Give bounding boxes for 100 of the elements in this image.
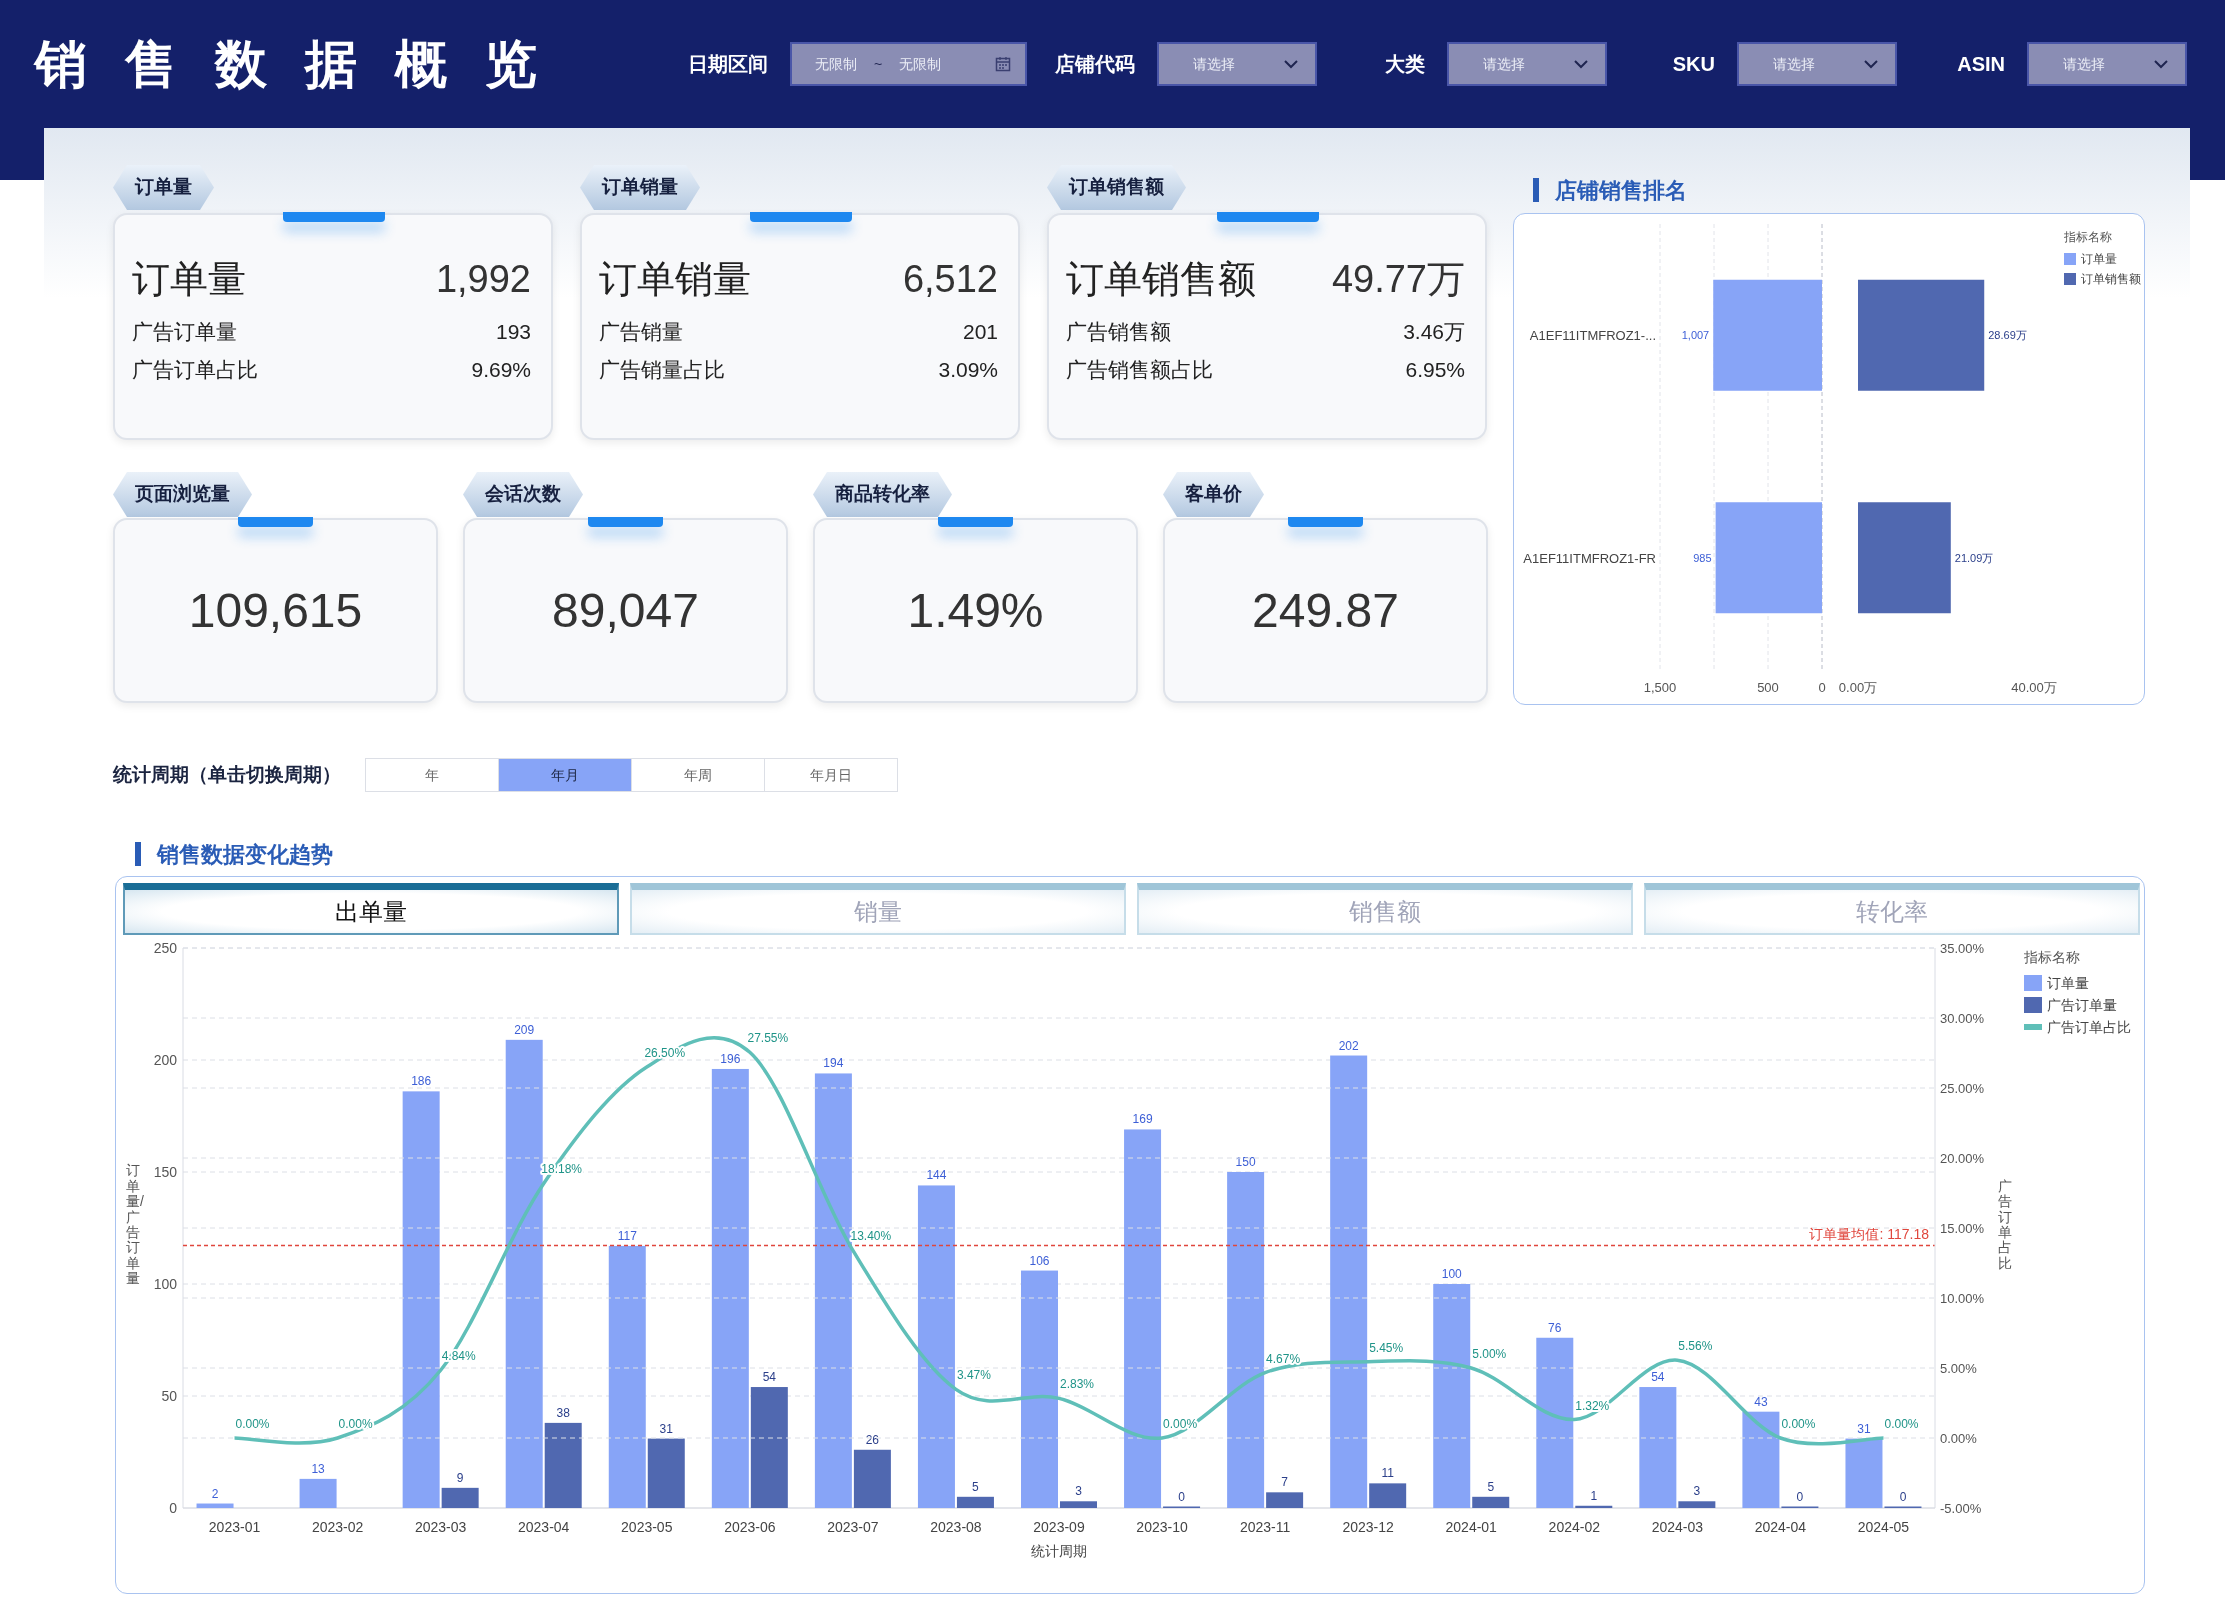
value-label: 985 bbox=[1693, 551, 1712, 564]
axis-label: 100 bbox=[153, 1276, 177, 1292]
value-label: 0.00% bbox=[1781, 1417, 1816, 1431]
axis-label: 10.00% bbox=[1940, 1291, 1985, 1306]
axis-label: 2023-05 bbox=[621, 1519, 673, 1535]
value-label: 5.45% bbox=[1369, 1340, 1404, 1355]
filter-label: ASIN bbox=[1957, 52, 2005, 77]
value-label: 196 bbox=[720, 1051, 741, 1066]
metric-value: 193 bbox=[495, 319, 531, 345]
metric-value: 6.95% bbox=[1405, 356, 1465, 383]
category-label: A1EF11ITMFROZ1-... bbox=[1529, 328, 1656, 344]
dropdown-select[interactable]: 请选择 bbox=[1737, 42, 1897, 86]
kpi-title: 订单销售额 bbox=[1066, 257, 1256, 302]
metric-label: 广告订单量 bbox=[132, 319, 237, 345]
section-title: 店铺销售排名 bbox=[1555, 176, 1687, 205]
card-tag: 页面浏览量 bbox=[113, 472, 252, 517]
value-label: 11 bbox=[1381, 1466, 1394, 1481]
card-tag: 会话次数 bbox=[463, 472, 583, 517]
card-tag: 客单价 bbox=[1163, 472, 1264, 517]
value-label: 202 bbox=[1338, 1038, 1359, 1053]
value-label: 3.47% bbox=[956, 1368, 991, 1383]
axis-label: 250 bbox=[153, 940, 177, 956]
card-tag: 订单销量 bbox=[580, 165, 700, 210]
value-label: 0.00% bbox=[1884, 1417, 1919, 1431]
value-label: 0 bbox=[1899, 1489, 1907, 1504]
value-label: 3 bbox=[1693, 1484, 1701, 1499]
value-label: 194 bbox=[823, 1056, 844, 1071]
card-tag: 订单量 bbox=[113, 165, 214, 210]
filter-label: 大类 bbox=[1385, 52, 1425, 77]
chart-tab[interactable]: 转化率 bbox=[1644, 883, 2140, 935]
date-range-field[interactable]: 无限制 ~ 无限制 bbox=[790, 42, 1027, 86]
axis-label: 1,500 bbox=[1643, 680, 1677, 695]
axis-label: 0.00万 bbox=[1838, 680, 1878, 695]
value-label: 7 bbox=[1281, 1475, 1288, 1490]
metric-big-value: 1.49% bbox=[907, 582, 1044, 639]
value-label: 169 bbox=[1132, 1112, 1153, 1127]
calendar-icon bbox=[995, 56, 1011, 72]
chevron-down-icon bbox=[2153, 59, 2169, 69]
value-label: 13.40% bbox=[850, 1229, 892, 1244]
metric-value: 201 bbox=[962, 319, 998, 345]
start-date-placeholder: 无限制 bbox=[814, 54, 858, 74]
legend-title: 指标名称 bbox=[2064, 229, 2113, 246]
bar bbox=[196, 1503, 234, 1508]
chart-tab[interactable]: 销售额 bbox=[1137, 883, 1633, 935]
title-marker bbox=[135, 842, 141, 866]
chevron-down-icon bbox=[1573, 59, 1589, 69]
axis-label: 50 bbox=[161, 1388, 177, 1404]
period-tab[interactable]: 年月 bbox=[498, 759, 631, 791]
dropdown-select[interactable]: 请选择 bbox=[1157, 42, 1317, 86]
axis-label: 0 bbox=[1818, 680, 1826, 695]
axis-label: 2023-09 bbox=[1033, 1519, 1085, 1535]
legend-label: 广告订单量 bbox=[2047, 995, 2117, 1015]
value-label: 21.09万 bbox=[1954, 551, 1994, 564]
chevron-down-icon bbox=[1863, 59, 1879, 69]
legend-label: 广告订单占比 bbox=[2047, 1017, 2131, 1037]
filter-label: 店铺代码 bbox=[1055, 52, 1135, 77]
value-label: 9 bbox=[456, 1470, 464, 1485]
metric-big-value: 109,615 bbox=[188, 582, 363, 639]
axis-label: 25.00% bbox=[1940, 1081, 1985, 1096]
axis-label: 2024-04 bbox=[1754, 1519, 1807, 1535]
mean-label: 订单量均值: 117.18 bbox=[1809, 1225, 1929, 1242]
filter-label: 日期区间 bbox=[688, 52, 768, 77]
value-label: 43 bbox=[1754, 1394, 1768, 1409]
page-title: 销售数据概览 bbox=[35, 38, 576, 90]
chart-tab[interactable]: 出单量 bbox=[123, 883, 619, 935]
axis-label: 2024-03 bbox=[1651, 1519, 1704, 1535]
axis-label: 2024-01 bbox=[1445, 1519, 1497, 1535]
metric-big-value: 89,047 bbox=[552, 582, 699, 639]
value-label: 5.56% bbox=[1678, 1339, 1713, 1354]
legend-title: 指标名称 bbox=[2024, 948, 2081, 967]
section-title: 销售数据变化趋势 bbox=[157, 840, 333, 869]
card-tag: 商品转化率 bbox=[813, 472, 952, 517]
value-label: 54 bbox=[1651, 1370, 1665, 1385]
axis-label: 2023-01 bbox=[208, 1519, 261, 1535]
axis-label: 2024-02 bbox=[1548, 1519, 1600, 1535]
value-label: 144 bbox=[926, 1168, 947, 1183]
value-label: 5 bbox=[972, 1479, 979, 1494]
bar bbox=[1060, 1501, 1097, 1508]
kpi-value: 49.77万 bbox=[1331, 257, 1465, 302]
legend-label: 订单量 bbox=[2081, 251, 2117, 268]
chart-tab[interactable]: 销量 bbox=[630, 883, 1126, 935]
kpi-value: 1,992 bbox=[435, 257, 531, 302]
value-label: 0 bbox=[1178, 1489, 1185, 1504]
end-date-placeholder: 无限制 bbox=[898, 54, 943, 74]
dropdown-select[interactable]: 请选择 bbox=[1447, 42, 1607, 86]
axis-label: 2023-04 bbox=[518, 1519, 570, 1535]
dropdown-select[interactable]: 请选择 bbox=[2027, 42, 2187, 86]
value-label: 2 bbox=[211, 1486, 219, 1501]
metric-big-value: 249.87 bbox=[1252, 582, 1399, 639]
bar bbox=[299, 1478, 337, 1508]
value-label: 186 bbox=[411, 1074, 432, 1089]
filter-label: SKU bbox=[1672, 52, 1715, 77]
axis-label: 30.00% bbox=[1940, 1011, 1985, 1026]
metric-label: 广告订单占比 bbox=[132, 356, 258, 383]
axis-label: 40.00万 bbox=[2011, 680, 2057, 695]
metric-value: 3.46万 bbox=[1403, 319, 1465, 345]
axis-label: -5.00% bbox=[1940, 1501, 1982, 1516]
axis-title: 统计周期 bbox=[1031, 1543, 1087, 1559]
value-label: 38 bbox=[556, 1405, 570, 1420]
axis-label: 20.00% bbox=[1940, 1151, 1985, 1166]
